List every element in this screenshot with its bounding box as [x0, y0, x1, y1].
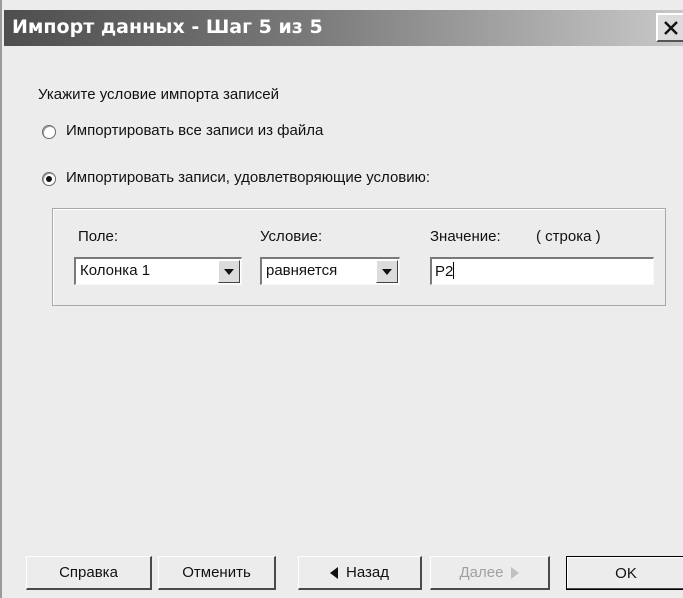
chevron-down-icon — [224, 268, 234, 275]
next-button-label: Далее — [459, 564, 504, 581]
back-button[interactable]: Назад — [298, 556, 422, 590]
instruction-text: Укажите условие импорта записей — [38, 86, 279, 103]
radio-import-conditional-label[interactable]: Импортировать записи, удовлетворяющие ус… — [66, 169, 430, 186]
operator-select-value: равняется — [266, 262, 338, 279]
close-icon — [664, 20, 678, 35]
back-button-label: Назад — [346, 564, 389, 581]
field-select[interactable]: Колонка 1 — [74, 257, 242, 285]
radio-import-all-label[interactable]: Импортировать все записи из файла — [66, 122, 323, 139]
title-bar[interactable]: Импорт данных - Шаг 5 из 5 — [4, 10, 683, 46]
value-input[interactable]: P2 — [430, 257, 654, 285]
value-input-text: P2 — [435, 263, 454, 280]
operator-label: Условие: — [260, 228, 323, 245]
operator-select[interactable]: равняется — [260, 257, 400, 285]
cancel-button[interactable]: Отменить — [158, 556, 276, 590]
window-title: Импорт данных - Шаг 5 из 5 — [12, 16, 323, 38]
import-dialog: Импорт данных - Шаг 5 из 5 Укажите услов… — [0, 0, 683, 598]
text-caret — [453, 262, 455, 279]
close-button[interactable] — [656, 13, 683, 42]
arrow-left-icon — [330, 566, 338, 579]
ok-button[interactable]: OK — [566, 556, 683, 590]
value-type-label: ( строка ) — [536, 228, 601, 245]
radio-selected-dot — [46, 176, 52, 182]
value-label: Значение: — [430, 228, 501, 245]
field-select-value: Колонка 1 — [80, 262, 151, 279]
next-button[interactable]: Далее — [430, 556, 550, 590]
chevron-down-icon — [382, 268, 392, 275]
arrow-right-icon — [511, 566, 520, 579]
help-button[interactable]: Справка — [26, 556, 152, 590]
radio-import-conditional[interactable] — [42, 172, 56, 186]
operator-dropdown-button[interactable] — [376, 260, 398, 283]
field-label: Поле: — [78, 228, 119, 245]
field-dropdown-button[interactable] — [218, 260, 240, 283]
radio-import-all[interactable] — [42, 125, 56, 139]
